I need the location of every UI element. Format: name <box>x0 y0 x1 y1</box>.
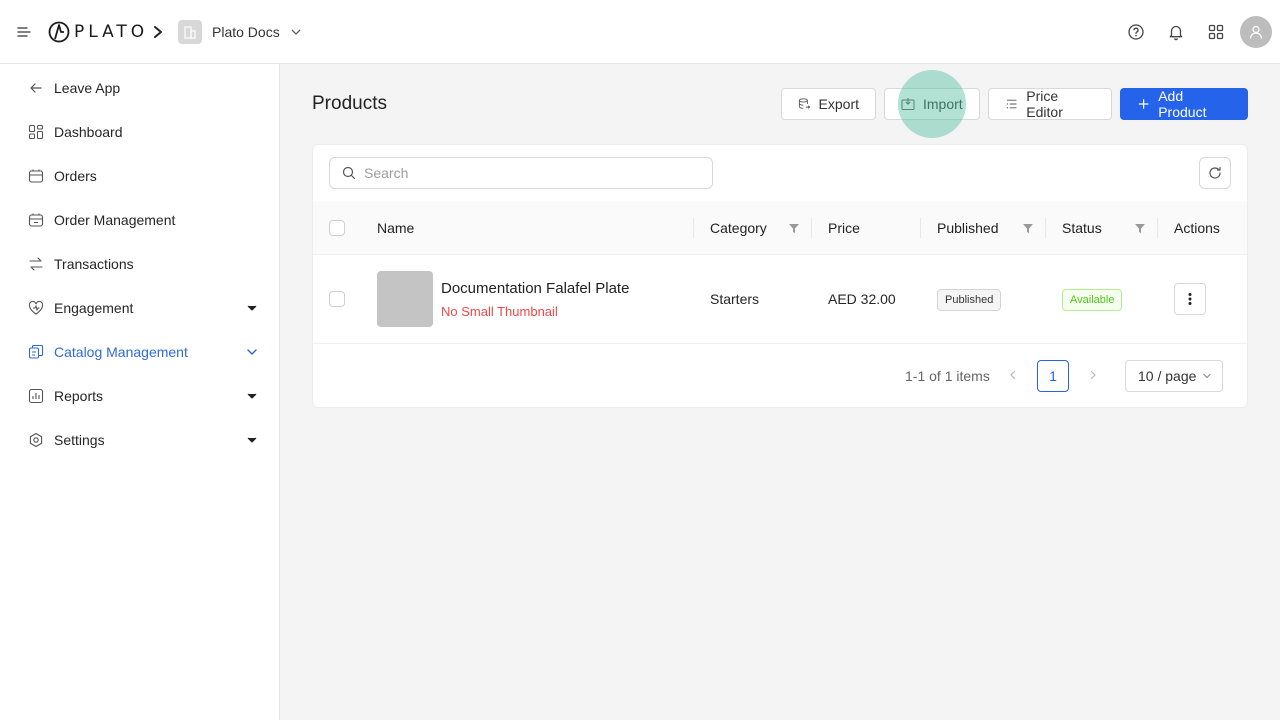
row-actions-button[interactable] <box>1174 283 1206 315</box>
sidebar-item-catalog-management[interactable]: Catalog Management <box>0 332 279 372</box>
click-indicator <box>898 70 966 138</box>
sidebar-item-label: Engagement <box>54 300 134 316</box>
filter-icon[interactable] <box>788 222 800 234</box>
chevron-right-icon[interactable] <box>1087 369 1099 381</box>
bell-icon[interactable] <box>1166 22 1186 42</box>
arrow-left-icon <box>30 83 42 93</box>
chevron-right-icon <box>154 26 162 38</box>
export-button[interactable]: Export <box>781 88 876 120</box>
chevron-down-icon <box>1203 373 1212 379</box>
column-header-category[interactable]: Category <box>710 201 767 255</box>
database-export-icon <box>798 98 811 109</box>
search-input[interactable] <box>364 165 694 181</box>
sidebar-item-orders[interactable]: Orders <box>0 156 279 196</box>
sidebar: Leave App Dashboard Orders Order Managem… <box>0 64 280 720</box>
plato-logo[interactable]: PLATO <box>48 20 148 44</box>
thumbnail-warning: No Small Thumbnail <box>441 304 558 319</box>
column-divider <box>811 218 812 238</box>
column-header-published[interactable]: Published <box>937 201 999 255</box>
chevron-down-icon <box>247 437 257 443</box>
workspace-switcher[interactable]: Plato Docs <box>178 20 302 44</box>
help-icon[interactable] <box>1126 22 1146 42</box>
building-icon <box>178 20 202 44</box>
row-checkbox[interactable] <box>329 291 345 307</box>
logo-text: PLATO <box>74 22 149 42</box>
plus-icon <box>1138 99 1149 109</box>
top-bar: PLATO Plato Docs <box>0 0 1280 64</box>
chevron-down-icon <box>247 305 257 311</box>
more-vertical-icon <box>1188 293 1192 305</box>
sidebar-item-label: Catalog Management <box>54 344 188 360</box>
column-divider <box>693 218 694 238</box>
column-divider <box>1157 218 1158 238</box>
plato-logo-mark-icon <box>48 21 70 43</box>
sidebar-item-transactions[interactable]: Transactions <box>0 244 279 284</box>
column-header-status[interactable]: Status <box>1062 201 1102 255</box>
list-indent-icon <box>1006 99 1017 109</box>
pagination-info: 1-1 of 1 items <box>905 368 990 384</box>
column-header-actions: Actions <box>1174 220 1220 236</box>
sidebar-item-engagement[interactable]: Engagement <box>0 288 279 328</box>
column-header-price[interactable]: Price <box>828 201 860 255</box>
settings-icon <box>29 432 43 448</box>
refresh-button[interactable] <box>1199 157 1231 189</box>
chevron-down-icon <box>247 349 257 355</box>
table-header: Name Category Price Published Status Act… <box>313 201 1247 255</box>
refresh-icon <box>1209 166 1221 179</box>
chevron-left-icon[interactable] <box>1007 369 1019 381</box>
orders-icon <box>28 169 44 183</box>
add-product-button[interactable]: Add Product <box>1120 88 1248 120</box>
transactions-icon <box>29 257 43 271</box>
product-category: Starters <box>710 291 760 307</box>
reports-icon <box>28 388 44 404</box>
select-all-checkbox[interactable] <box>329 220 345 236</box>
published-badge: Published <box>937 289 1002 311</box>
product-thumbnail <box>377 271 433 327</box>
workspace-name: Plato Docs <box>212 24 280 40</box>
page-title: Products <box>312 93 387 114</box>
price-editor-button-label: Price Editor <box>1026 88 1063 120</box>
price-editor-button[interactable]: Price Editor <box>988 88 1112 120</box>
avatar[interactable] <box>1240 16 1272 48</box>
sidebar-item-label: Transactions <box>54 256 134 272</box>
status-badge: Available <box>1062 289 1123 311</box>
chevron-down-icon <box>291 29 301 35</box>
menu-icon[interactable] <box>14 22 34 42</box>
filter-icon[interactable] <box>1022 222 1034 234</box>
sidebar-item-reports[interactable]: Reports <box>0 376 279 416</box>
user-icon <box>1249 25 1263 39</box>
export-button-label: Export <box>818 96 859 112</box>
column-header-name[interactable]: Name <box>377 201 414 255</box>
page-size-value: 10 / page <box>1138 368 1197 384</box>
column-divider <box>1045 218 1046 238</box>
sidebar-item-leave-app[interactable]: Leave App <box>0 68 279 108</box>
add-product-button-label: Add Product <box>1158 88 1207 120</box>
apps-grid-icon[interactable] <box>1206 22 1226 42</box>
dashboard-icon <box>28 124 44 140</box>
catalog-icon <box>28 344 44 359</box>
table-row[interactable]: Documentation Falafel Plate No Small Thu… <box>313 255 1247 344</box>
product-name[interactable]: Documentation Falafel Plate <box>441 280 629 297</box>
search-icon <box>342 166 356 180</box>
product-price: AED 32.00 <box>828 291 896 307</box>
sidebar-item-label: Orders <box>54 168 97 184</box>
sidebar-item-label: Reports <box>54 388 104 404</box>
column-divider <box>920 218 921 238</box>
search-box[interactable] <box>329 157 713 189</box>
page-number-button[interactable]: 1 <box>1037 360 1069 392</box>
sidebar-item-order-management[interactable]: Order Management <box>0 200 279 240</box>
sidebar-item-label: Order Management <box>54 212 176 228</box>
chevron-down-icon <box>247 393 257 399</box>
filter-icon[interactable] <box>1134 222 1146 234</box>
sidebar-item-label: Dashboard <box>54 124 123 140</box>
sidebar-item-label: Settings <box>54 432 105 448</box>
sidebar-item-label: Leave App <box>54 80 121 96</box>
page-size-select[interactable]: 10 / page <box>1125 360 1223 392</box>
engagement-icon <box>28 300 44 315</box>
sidebar-item-dashboard[interactable]: Dashboard <box>0 112 279 152</box>
products-table-card: Name Category Price Published Status Act… <box>312 144 1248 408</box>
order-management-icon <box>28 213 44 227</box>
sidebar-item-settings[interactable]: Settings <box>0 420 279 460</box>
